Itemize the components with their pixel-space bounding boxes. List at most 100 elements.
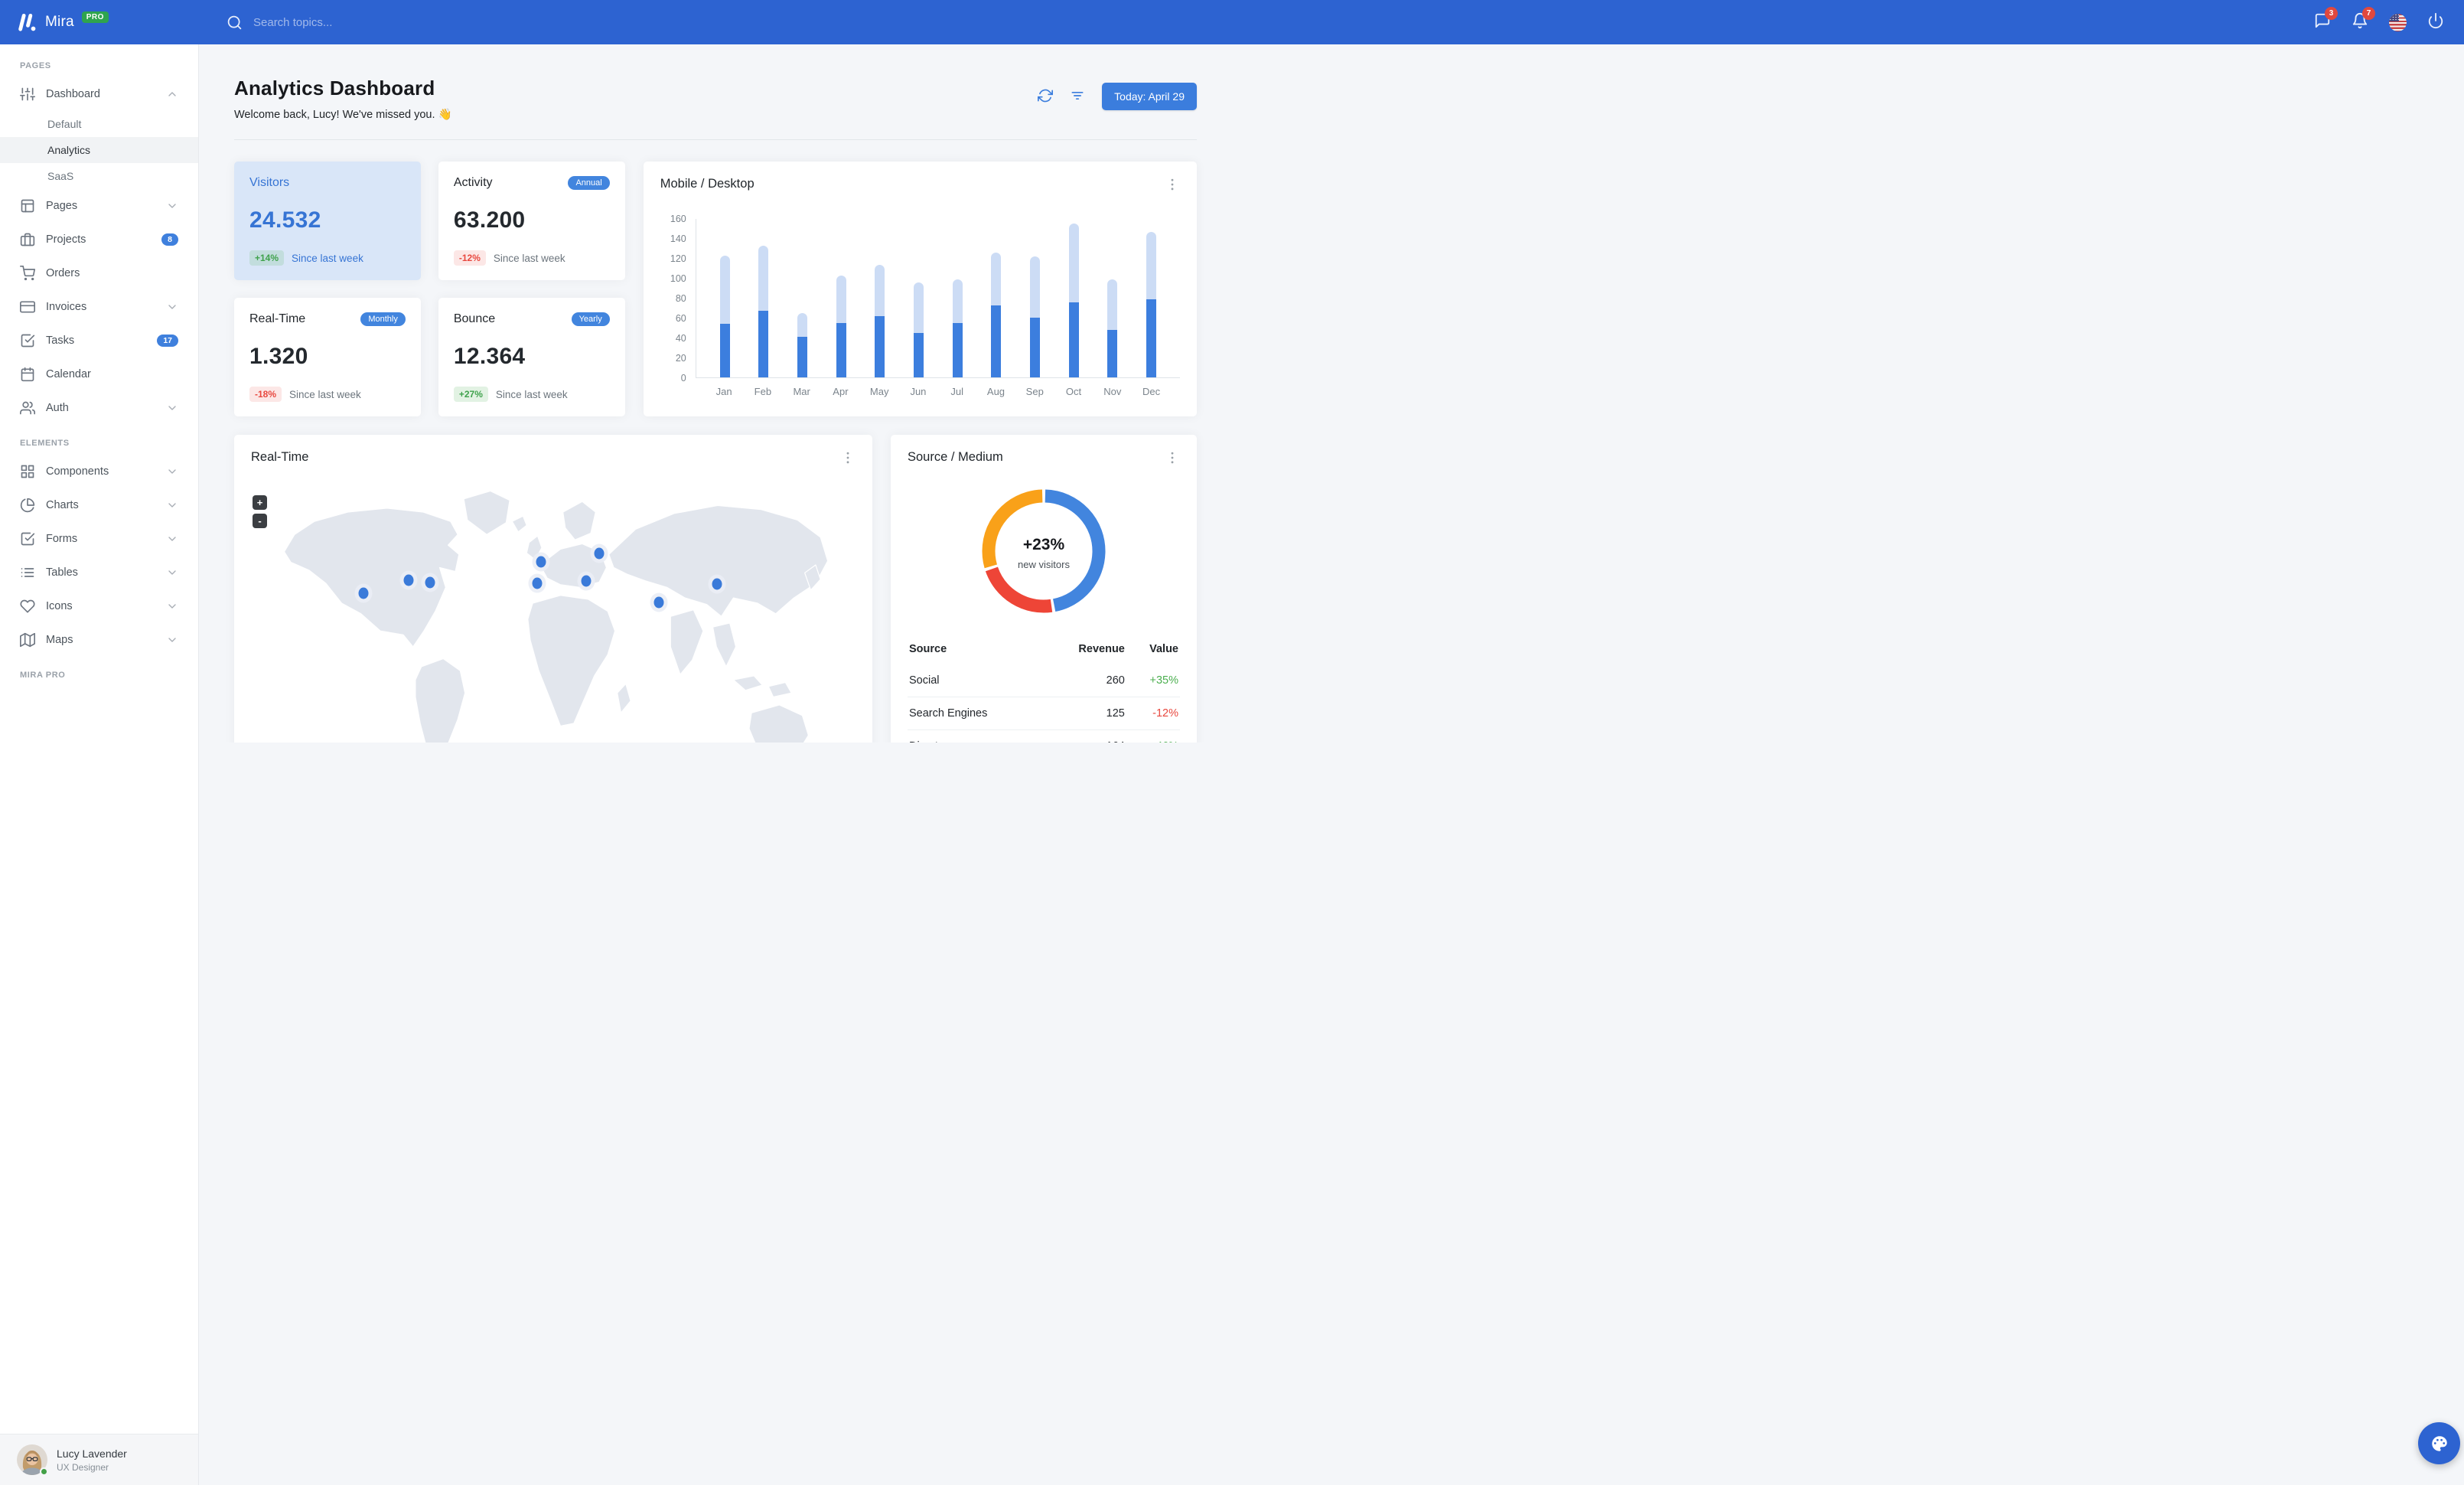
sidebar-item-auth[interactable]: Auth [0,391,198,425]
y-tick-label: 60 [675,313,686,324]
language-button[interactable] [2389,13,2407,31]
x-tick-label: Mar [793,386,810,397]
sidebar-item-pages[interactable]: Pages [0,189,198,223]
bar-column-may [860,219,899,377]
realtime-map-menu-button[interactable] [840,450,856,468]
mira-logo-icon [17,13,37,32]
chevron-down-icon [166,402,178,414]
mobile-desktop-menu-button[interactable] [1165,177,1180,194]
kebab-icon [1165,177,1180,194]
desktop-segment [836,275,846,323]
bar-chart: 160 140 120 100 80 60 40 20 0 Jan Feb Mar Apr May Jun… [660,214,1180,397]
desktop-segment [952,279,963,323]
sidebar-section-mira-pro: MIRA PRO [20,671,66,680]
filter-button[interactable] [1070,88,1085,106]
sidebar-item-tables[interactable]: Tables [0,556,198,589]
sidebar-item-icons[interactable]: Icons [0,589,198,623]
notifications-badge: 7 [2362,6,2375,20]
sidebar-subitem-label: Default [47,118,82,130]
page-header: Analytics Dashboard Welcome back, Lucy! … [234,77,1197,121]
stat-card-real-time: Real-Time Monthly 1.320 -18% Since last week [234,298,421,416]
y-tick-label: 20 [675,353,686,364]
sidebar-item-forms[interactable]: Forms [0,522,198,556]
sidebar-user-profile[interactable]: Lucy Lavender UX Designer [0,1434,198,1485]
mobile-segment [991,305,1002,377]
date-range-button[interactable]: Today: April 29 [1102,83,1197,110]
messages-button[interactable]: 3 [2314,6,2338,33]
sidebar-item-projects[interactable]: Projects 8 [0,223,198,256]
refresh-button[interactable] [1038,88,1054,106]
stat-card-bounce: Bounce Yearly 12.364 +27% Since last week [438,298,625,416]
map-icon [20,632,35,648]
map-marker-6[interactable] [594,547,605,559]
sidebar-item-analytics[interactable]: Analytics [0,137,198,163]
stacked-bar [758,219,769,377]
map-zoom-out-button[interactable]: - [253,514,267,528]
table-row-social: Social 260 +35% [908,664,1180,697]
map-marker-2[interactable] [403,574,414,586]
stat-title: Real-Time [249,312,306,325]
header-actions: Today: April 29 [1038,83,1197,110]
sidebar-item-calendar[interactable]: Calendar [0,357,198,391]
desktop-segment [875,264,885,316]
bar-column-mar [783,219,822,377]
sidebar: PAGES Dashboard Default Analytics SaaS Pages P… [0,44,199,1485]
sidebar-item-maps[interactable]: Maps [0,623,198,657]
x-tick-label: Jul [950,386,964,397]
sidebar-item-label: Maps [46,634,73,646]
user-name: Lucy Lavender [57,1447,127,1460]
stat-period-badge: Yearly [571,312,610,326]
mobile-segment [1068,302,1079,377]
sidebar-item-invoices[interactable]: Invoices [0,290,198,324]
desktop-segment [758,245,769,312]
map-marker-5[interactable] [532,577,543,589]
credit-card-icon [20,299,35,315]
stat-card-activity: Activity Annual 63.200 -12% Since last week [438,162,625,280]
donut-chart: +23% new visitors [973,480,1115,626]
map-marker-4[interactable] [536,556,546,568]
sign-out-button[interactable] [2427,12,2444,33]
theme-settings-fab[interactable] [2418,1422,2460,1464]
stat-card-header: Real-Time Monthly [249,312,406,326]
map-marker-7[interactable] [581,575,592,587]
stat-footer: -12% Since last week [453,250,610,266]
sidebar-item-orders[interactable]: Orders [0,256,198,290]
sidebar-item-components[interactable]: Components [0,455,198,488]
notifications-button[interactable]: 7 [2352,6,2375,33]
sidebar-item-label: Icons [46,600,73,612]
sidebar-item-label: Calendar [46,368,91,380]
chevron-up-icon [166,88,178,100]
sidebar-item-tasks[interactable]: Tasks 17 [0,324,198,357]
revenue-cell: 164 [1044,729,1126,742]
map-marker-1[interactable] [358,587,369,599]
sidebar-item-charts[interactable]: Charts [0,488,198,522]
map-marker-9[interactable] [712,578,722,590]
stat-title: Visitors [249,176,290,189]
brand-link[interactable]: Mira PRO [0,11,199,32]
chevron-down-icon [166,465,178,478]
chevron-down-icon [166,634,178,646]
online-status-dot [40,1467,48,1476]
sidebar-item-default[interactable]: Default [0,111,198,137]
stacked-bar [836,219,846,377]
chevron-down-icon [166,200,178,212]
delta-chip: -18% [249,387,282,402]
top-row: Visitors 24.532 +14% Since last week Activit… [234,162,1197,416]
sidebar-item-dashboard[interactable]: Dashboard [0,77,198,111]
bottom-row: Real-Time + - Source / Medium +23% new v… [234,435,1197,742]
user-role: UX Designer [57,1461,109,1473]
source-medium-menu-button[interactable] [1165,450,1180,468]
y-tick-label: 120 [670,253,686,264]
table-row-direct: Direct164+46% [908,729,1180,742]
sidebar-item-saas[interactable]: SaaS [0,163,198,189]
value-cell: -12% [1126,697,1180,730]
desktop-segment [914,282,924,333]
map-zoom-in-button[interactable]: + [253,495,267,510]
check-square-icon [20,333,35,348]
heart-icon [20,599,35,614]
map-marker-3[interactable] [425,576,435,589]
source-cell: Search Engines [908,697,1045,730]
stat-card-header: Activity Annual [454,176,610,190]
map-marker-8[interactable] [653,596,664,609]
search-input[interactable] [253,15,483,29]
